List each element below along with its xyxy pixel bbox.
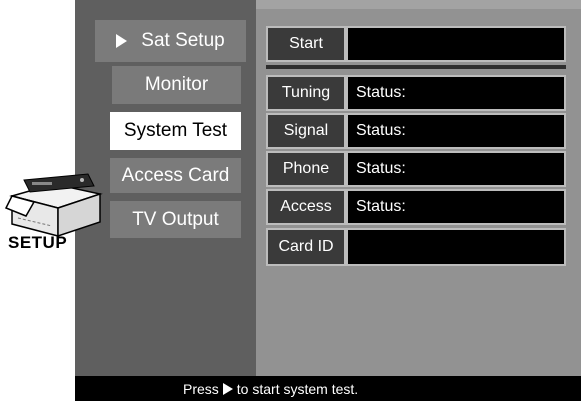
play-icon: [222, 382, 233, 395]
status-suffix: to start system test.: [236, 380, 359, 397]
menu-item-label: System Test: [123, 120, 228, 141]
status-bar-text: Press to start system test.: [183, 376, 358, 401]
start-button[interactable]: Start: [266, 26, 346, 62]
panel-top-strip: [256, 0, 581, 9]
menu-item-access-card[interactable]: Access Card: [110, 158, 241, 193]
menu-item-tv-output[interactable]: TV Output: [110, 201, 241, 238]
start-value-field: [346, 26, 566, 62]
start-label: Start: [289, 35, 323, 52]
play-arrow-icon: [116, 34, 128, 48]
panel-divider: [266, 65, 566, 69]
setup-logo-text: SETUP: [8, 233, 68, 252]
phone-status-field: Status:: [346, 151, 566, 187]
status-prefix: Press: [183, 380, 219, 397]
menu-item-system-test[interactable]: System Test: [110, 112, 241, 150]
phone-label-cell: Phone: [266, 151, 346, 187]
signal-status-field: Status:: [346, 113, 566, 149]
menu-item-monitor[interactable]: Monitor: [112, 66, 241, 104]
tuning-label-cell: Tuning: [266, 75, 346, 111]
access-status-field: Status:: [346, 189, 566, 225]
card-id-value-field: [346, 228, 566, 266]
tuning-status-field: Status:: [346, 75, 566, 111]
menu-item-label: Monitor: [144, 74, 209, 95]
menu-item-label: Access Card: [121, 164, 230, 186]
access-label-cell: Access: [266, 189, 346, 225]
card-id-label-cell: Card ID: [266, 228, 346, 266]
menu-item-label: Sat Setup: [141, 30, 225, 51]
menu-item-sat-setup[interactable]: Sat Setup: [95, 20, 246, 62]
signal-label-cell: Signal: [266, 113, 346, 149]
menu-item-label: TV Output: [132, 208, 219, 230]
